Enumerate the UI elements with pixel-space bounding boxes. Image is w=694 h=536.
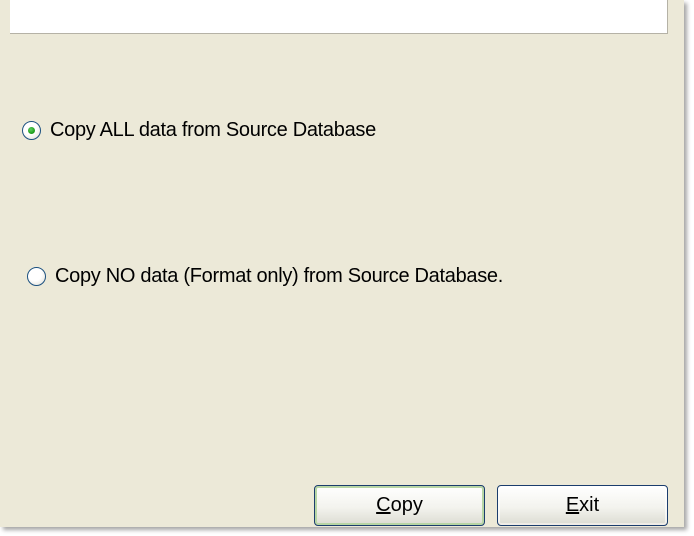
copy-all-data-option[interactable]: Copy ALL data from Source Database (22, 119, 376, 142)
radio-selected-dot-icon (28, 127, 35, 134)
copy-options-dialog: Copy ALL data from Source Database Copy … (0, 0, 684, 527)
copy-button-mnemonic: C (376, 494, 391, 516)
copy-all-label: Copy ALL data from Source Database (50, 119, 376, 141)
copy-all-radio-button[interactable] (22, 121, 41, 140)
copy-no-data-label: Copy NO data (Format only) from Source D… (55, 265, 504, 287)
copy-no-data-option[interactable]: Copy NO data (Format only) from Source D… (27, 265, 503, 288)
copy-no-data-radio-button[interactable] (27, 267, 46, 286)
exit-button[interactable]: Exit (497, 485, 668, 526)
copy-button-label-rest: opy (390, 494, 423, 516)
exit-button-label-rest: xit (579, 494, 600, 516)
top-panel (10, 0, 668, 34)
copy-button[interactable]: Copy (314, 485, 485, 526)
exit-button-mnemonic: E (565, 494, 580, 516)
